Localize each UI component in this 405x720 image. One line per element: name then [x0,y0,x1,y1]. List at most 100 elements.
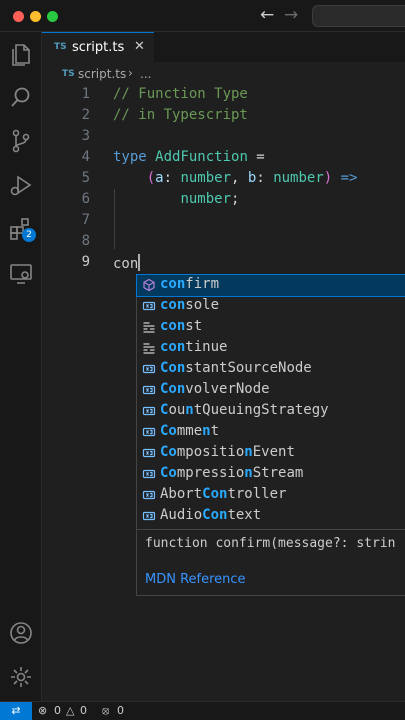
bracket: ( [146,170,156,186]
activity-bar: 2 [0,32,42,701]
code-line-6[interactable]: number; [113,191,239,207]
code-line-9[interactable]: con [113,254,141,272]
label-text: Audio [160,507,203,523]
code-line-4[interactable]: type AddFunction = [113,149,265,165]
variable-icon [142,404,156,418]
method-icon [142,278,156,292]
variable-icon [142,425,156,439]
match-highlight: Co [160,423,177,439]
suggestion-label: const [160,318,202,334]
type-name: AddFunction [155,149,248,165]
label-text: tQueuingStrategy [193,402,329,418]
suggestion-item[interactable]: const [137,317,405,338]
arrow-left-icon[interactable]: ← [260,5,274,25]
remote-explorer-icon[interactable] [7,259,35,287]
label-text: firm [185,276,220,292]
label-text: Event [252,444,295,460]
match-highlight: Co [160,465,177,481]
match-highlight: con [160,297,186,313]
code-line-1[interactable]: // Function Type [113,86,248,102]
run-debug-icon[interactable] [7,171,35,199]
breadcrumb-file[interactable]: script.ts [78,67,126,81]
type: number [273,170,324,186]
suggestion-label: continue [160,339,227,355]
suggestion-item[interactable]: Comment [137,422,405,443]
breadcrumb: TS script.ts › ... [42,64,405,84]
suggestion-item[interactable]: AudioContext [137,506,405,527]
label-text: troller [227,486,287,502]
label-text: tinue [185,339,228,355]
match-highlight: Co [160,444,177,460]
command-center[interactable] [312,5,405,27]
suggestion-item[interactable]: continue [137,338,405,359]
label-text: sole [185,297,220,313]
suggest-widget: confirm console const continue ConstantSourc… [136,274,405,530]
search-icon[interactable] [7,83,35,111]
breadcrumb-more[interactable]: ... [140,67,151,81]
account-icon[interactable] [7,619,35,647]
errors-icon[interactable]: ⊗ [38,704,47,717]
suggestion-item[interactable]: CountQueuingStrategy [137,401,405,422]
editor-tabs: TS script.ts ✕ [42,32,405,62]
error-count[interactable]: 0 [54,704,61,717]
suggestion-item[interactable]: confirm [136,274,405,297]
typed-text: con [113,256,139,272]
ports-count[interactable]: 0 [117,704,124,717]
arrow: => [332,170,358,186]
code-line-5[interactable]: (a: number, b: number) => [113,170,358,186]
punct: : [256,170,274,186]
remote-icon[interactable]: ⇄ [0,702,32,720]
operator: = [247,149,265,165]
code-line-2[interactable]: // in Typescript [113,107,248,123]
punct: : [163,170,181,186]
label-text: stantSourceNode [185,360,312,376]
keyword-icon [142,341,156,355]
source-control-icon[interactable] [7,127,35,155]
close-icon[interactable]: ✕ [134,39,145,54]
line-number: 3 [81,128,90,144]
suggestion-label: CountQueuingStrategy [160,402,329,418]
maximize-window-button[interactable] [47,11,58,22]
line-number: 6 [81,191,90,207]
typescript-icon: TS [54,42,67,52]
match-highlight: n [244,444,253,460]
variable-icon [142,467,156,481]
suggestion-item[interactable]: ConvolverNode [137,380,405,401]
line-number: 4 [81,149,90,165]
gear-icon[interactable] [7,663,35,691]
match-highlight: Con [202,507,228,523]
suggestion-item[interactable]: CompositionEvent [137,443,405,464]
close-window-button[interactable] [13,11,24,22]
ports-icon[interactable]: ⦻ [102,704,109,718]
match-highlight: n [185,402,194,418]
suggestion-item[interactable]: AbortController [137,485,405,506]
warning-count[interactable]: 0 [80,704,87,717]
line-number: 1 [81,86,90,102]
suggestion-label: ConvolverNode [160,381,270,397]
variable-icon [142,488,156,502]
suggestion-label: CompressionStream [160,465,303,481]
variable-icon [142,383,156,397]
suggestion-item[interactable]: CompressionStream [137,464,405,485]
suggestion-label: confirm [160,276,219,292]
suggestion-item[interactable]: console [137,296,405,317]
match-highlight: con [160,276,186,292]
suggestion-item[interactable]: ConstantSourceNode [137,359,405,380]
match-highlight: con [160,339,186,355]
extensions-badge: 2 [22,228,36,242]
label-text: text [227,507,262,523]
arrow-right-icon[interactable]: → [284,5,298,25]
line-number-active: 9 [81,254,90,270]
minimize-window-button[interactable] [30,11,41,22]
warning-icon[interactable]: △ [66,704,74,717]
match-highlight: Con [202,486,228,502]
title-bar: ← → [0,0,405,32]
function-signature: function confirm(message?: strin [145,536,396,551]
tab-script-ts[interactable]: TS script.ts ✕ [42,32,154,62]
suggestion-label: ConstantSourceNode [160,360,312,376]
files-icon[interactable] [7,40,35,68]
suggest-details: function confirm(message?: strin MDN Ref… [136,530,405,596]
typescript-icon: TS [62,69,75,79]
keyword-icon [142,320,156,334]
mdn-reference-link[interactable]: MDN Reference [145,572,246,587]
